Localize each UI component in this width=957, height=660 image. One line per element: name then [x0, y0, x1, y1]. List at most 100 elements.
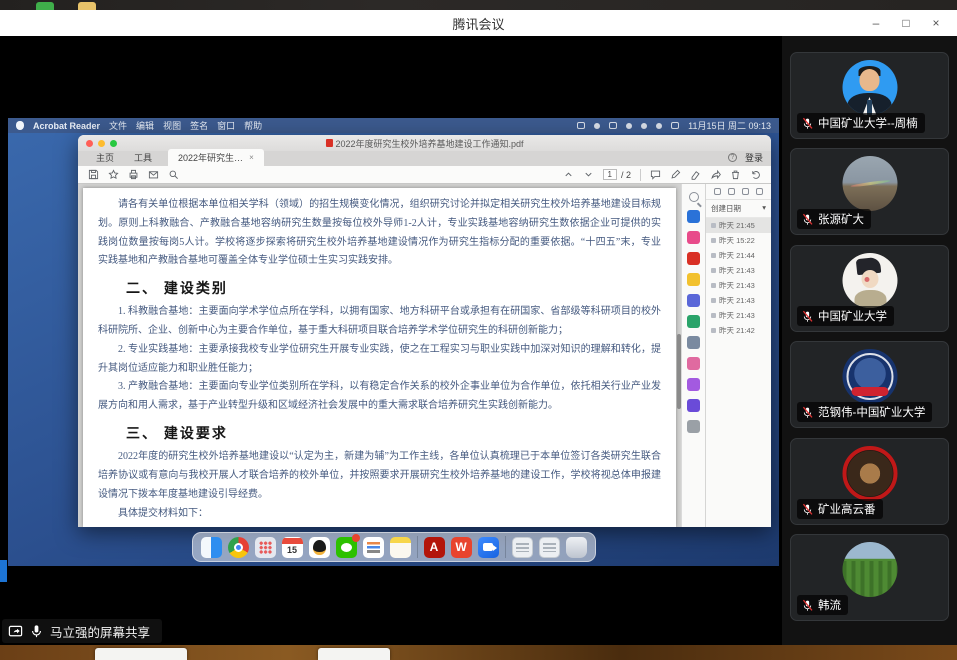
- measure-icon[interactable]: [687, 420, 700, 433]
- screen-share-status[interactable]: 马立强的屏幕共享: [2, 619, 162, 643]
- battery-icon[interactable]: [641, 123, 647, 129]
- page-up-icon[interactable]: [563, 169, 574, 180]
- participant-tile[interactable]: 韩流: [790, 534, 949, 621]
- display-status-icon[interactable]: [577, 122, 585, 129]
- tab-home[interactable]: 主页: [86, 149, 124, 166]
- participant-tile[interactable]: 中国矿业大学--周楠: [790, 52, 949, 139]
- comment-icon[interactable]: [650, 169, 661, 180]
- input-source-icon[interactable]: [609, 122, 617, 129]
- doc-paragraph-req: 2022年度的研究生校外培养基地建设以“认定为主，新建为辅”为工作主线，各单位认…: [98, 448, 661, 504]
- tag-comments-icon[interactable]: [742, 188, 749, 195]
- comment-item[interactable]: 昨天 15:22: [706, 233, 771, 248]
- document-area[interactable]: 请各有关单位根据本单位相关学科（领域）的招生规模变化情况，组织研究讨论并拟定相关…: [78, 184, 681, 527]
- participant-tile[interactable]: 范钢伟-中国矿业大学: [790, 341, 949, 428]
- comments-sort-header[interactable]: 创建日期 ▾: [706, 200, 771, 218]
- launchpad-icon[interactable]: [255, 537, 276, 558]
- undo-icon[interactable]: [750, 169, 761, 180]
- save-icon[interactable]: [88, 169, 99, 180]
- wechat-icon[interactable]: [336, 537, 357, 558]
- stamp-icon[interactable]: [687, 399, 700, 412]
- highlighter-icon[interactable]: [690, 169, 701, 180]
- trash-icon[interactable]: [730, 169, 741, 180]
- help-icon[interactable]: ?: [728, 153, 737, 162]
- combine-files-icon[interactable]: [687, 294, 700, 307]
- search-icon[interactable]: [168, 169, 179, 180]
- comment-item[interactable]: 昨天 21:42: [706, 323, 771, 338]
- scan-icon[interactable]: [687, 336, 700, 349]
- muted-mic-icon: [801, 503, 814, 516]
- page-number-input[interactable]: 1: [603, 169, 617, 180]
- screen-mirroring-icon[interactable]: [594, 123, 600, 129]
- print-icon[interactable]: [128, 169, 139, 180]
- comment-item[interactable]: 昨天 21:45: [706, 218, 771, 233]
- page-down-icon[interactable]: [583, 169, 594, 180]
- menu-file[interactable]: 文件: [109, 119, 127, 132]
- participant-tile[interactable]: 矿业高云番: [790, 438, 949, 525]
- wps-icon[interactable]: W: [451, 537, 472, 558]
- apple-menu-icon[interactable]: [16, 121, 24, 130]
- minimize-button[interactable]: –: [861, 10, 891, 36]
- participant-tile[interactable]: 张源矿大: [790, 148, 949, 235]
- organize-pages-icon[interactable]: [687, 231, 700, 244]
- share-icon[interactable]: [710, 169, 721, 180]
- comment-item[interactable]: 昨天 21:43: [706, 278, 771, 293]
- sharing-indicator-icon: [8, 624, 23, 639]
- window-preview-icon[interactable]: [512, 537, 533, 558]
- pencil-icon[interactable]: [670, 169, 681, 180]
- request-sign-icon[interactable]: [687, 378, 700, 391]
- comments-options-icon[interactable]: [756, 188, 763, 195]
- maximize-button[interactable]: □: [891, 10, 921, 36]
- spotlight-icon[interactable]: [656, 123, 662, 129]
- background-window-sliver: [0, 560, 7, 582]
- wifi-icon[interactable]: [626, 123, 632, 129]
- qq-icon[interactable]: [309, 537, 330, 558]
- filter-comments-icon[interactable]: [714, 188, 721, 195]
- tab-tools[interactable]: 工具: [124, 149, 162, 166]
- control-center-icon[interactable]: [671, 122, 679, 129]
- zoom-traffic-icon[interactable]: [110, 140, 117, 147]
- comment-item[interactable]: 昨天 21:43: [706, 293, 771, 308]
- menu-window[interactable]: 窗口: [217, 119, 235, 132]
- tencent-meeting-icon[interactable]: [478, 537, 499, 558]
- acrobat-body: 请各有关单位根据本单位相关学科（领域）的招生规模变化情况，组织研究讨论并拟定相关…: [78, 184, 771, 527]
- menu-view[interactable]: 视图: [163, 119, 181, 132]
- calendar-icon[interactable]: 15: [282, 537, 303, 558]
- reminders-icon[interactable]: [363, 537, 384, 558]
- document-preview-icon[interactable]: [539, 537, 560, 558]
- comment-item[interactable]: 昨天 21:43: [706, 308, 771, 323]
- doc-material-1: 1. 本单位研究生校外培养基地建设目标规划（格式见附件1）；: [98, 525, 661, 527]
- close-tab-icon[interactable]: ×: [249, 153, 254, 162]
- edit-pdf-icon[interactable]: [687, 315, 700, 328]
- menubar-app-name[interactable]: Acrobat Reader: [33, 121, 100, 131]
- star-icon[interactable]: [108, 169, 119, 180]
- acrobat-tabbar: 主页 工具 2022年研究生… × ? 登录: [78, 151, 771, 166]
- menu-sign[interactable]: 签名: [190, 119, 208, 132]
- tab-document[interactable]: 2022年研究生… ×: [168, 149, 264, 166]
- create-pdf-icon[interactable]: [687, 252, 700, 265]
- export-comments-icon[interactable]: [728, 188, 735, 195]
- page-total: / 2: [621, 170, 631, 180]
- close-traffic-icon[interactable]: [86, 140, 93, 147]
- acrobat-doc-title: 2022年度研究生校外培养基地建设工作通知.pdf: [335, 137, 523, 150]
- acrobat-dock-icon[interactable]: A: [424, 537, 445, 558]
- chrome-icon[interactable]: [228, 537, 249, 558]
- close-button[interactable]: ×: [921, 10, 951, 36]
- notes-icon[interactable]: [390, 537, 411, 558]
- menu-edit[interactable]: 编辑: [136, 119, 154, 132]
- trash-dock-icon[interactable]: [566, 537, 587, 558]
- comment-item[interactable]: 昨天 21:44: [706, 248, 771, 263]
- finder-icon[interactable]: [201, 537, 222, 558]
- menu-help[interactable]: 帮助: [244, 119, 262, 132]
- traffic-lights: [86, 140, 117, 147]
- comment-tool-icon[interactable]: [687, 273, 700, 286]
- comment-item[interactable]: 昨天 21:43: [706, 263, 771, 278]
- menubar-clock[interactable]: 11月15日 周二 09:13: [688, 119, 771, 132]
- minimize-traffic-icon[interactable]: [98, 140, 105, 147]
- document-scrollbar[interactable]: [677, 334, 681, 409]
- fill-sign-icon[interactable]: [687, 357, 700, 370]
- search-tool-icon[interactable]: [689, 192, 699, 202]
- sign-in-button[interactable]: 登录: [745, 151, 763, 164]
- participant-tile[interactable]: 中国矿业大学: [790, 245, 949, 332]
- email-icon[interactable]: [148, 169, 159, 180]
- export-pdf-icon[interactable]: [687, 210, 700, 223]
